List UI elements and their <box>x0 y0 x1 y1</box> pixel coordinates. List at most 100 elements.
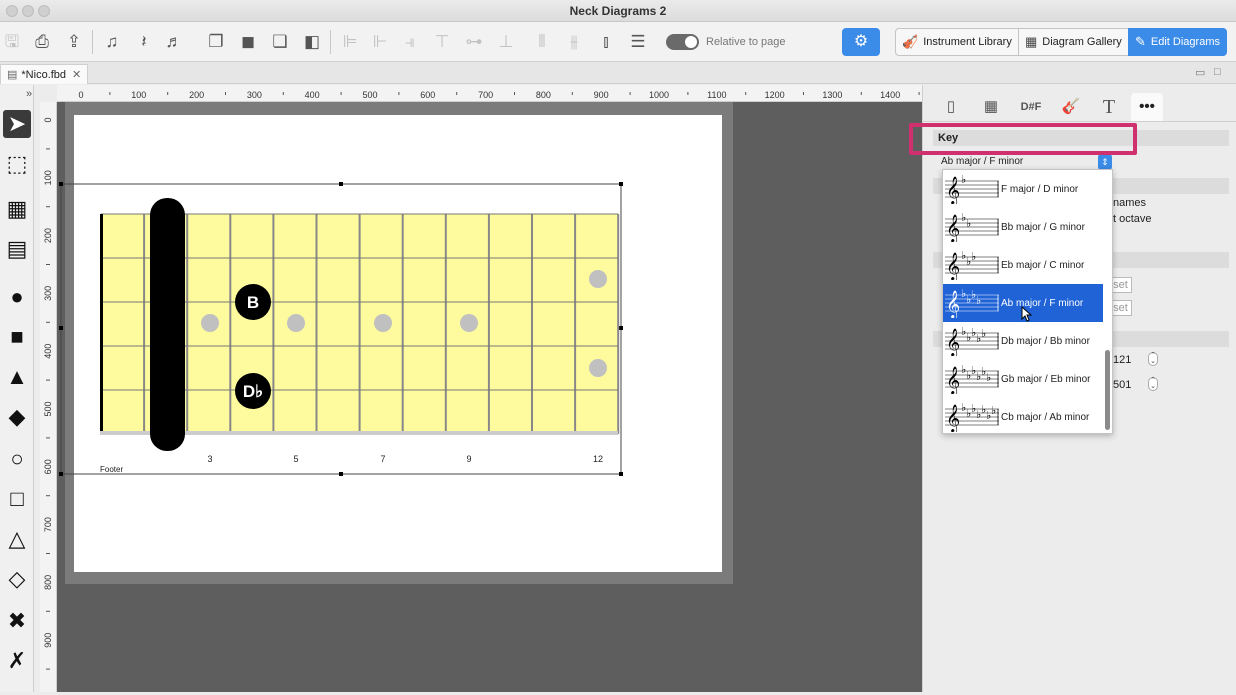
filled-square-icon[interactable]: ■ <box>3 323 31 351</box>
neck-diagram-tool-icon[interactable]: ▦ <box>3 195 31 223</box>
ruler-label: 700 <box>478 90 493 100</box>
key-option[interactable]: 𝄞 ♭ ♭ ♭ ♭ ♭ ♭ ♭ Cb major / Ab minor <box>943 398 1103 433</box>
selection-handle[interactable] <box>339 182 343 186</box>
key-option[interactable]: 𝄞 ♭ F major / D minor <box>943 170 1103 208</box>
key-option-label: Gb major / Eb minor <box>1001 373 1091 385</box>
number-field[interactable]: 121 <box>1113 354 1131 366</box>
relative-to-page-toggle[interactable] <box>666 34 699 50</box>
align-center-icon[interactable]: ⊩ <box>368 30 392 54</box>
notes-menu-icon[interactable]: ♬ <box>162 30 186 54</box>
relative-to-page-label: Relative to page <box>706 36 786 48</box>
neck-diagram[interactable]: B D♭ 3 5 7 9 12 Footer <box>57 102 922 692</box>
save-icon[interactable]: 🖫 <box>0 30 24 54</box>
grid-diagram-tool-icon[interactable]: ▤ <box>3 235 31 263</box>
instrument-library-button[interactable]: 🎻 Instrument Library <box>895 28 1019 56</box>
open-circle-icon[interactable]: ○ <box>3 445 31 473</box>
main-toolbar: 🖫 ⎙ ⇪ ♫ 𝄽 ♬ ❐ ◼ ❏ ◧ ⊫ ⊩ ⫣ ⊤ ⊶ ⊥ ⫴ ⫵ ⫾ ☰ … <box>0 22 1236 62</box>
chevron-down-icon[interactable]: ⇕ <box>1098 154 1112 170</box>
toolbar-separator <box>330 30 331 54</box>
key-dropdown-list[interactable]: 𝄞 ♭ F major / D minor 𝄞 ♭ ♭ Bb major / G minor… <box>942 169 1113 434</box>
key-option[interactable]: 𝄞 ♭ ♭ ♭ Eb major / C minor <box>943 246 1103 284</box>
key-option-label: Eb major / C minor <box>1001 259 1085 271</box>
canvas-area[interactable]: B D♭ 3 5 7 9 12 Footer <box>57 102 922 692</box>
note-label: D♭ <box>243 382 263 401</box>
document-tab[interactable]: ▤ *Nico.fbd ✕ <box>0 64 89 84</box>
ruler-label: 600 <box>420 90 435 100</box>
filled-diamond-icon[interactable]: ◆ <box>3 403 31 431</box>
open-diamond-icon[interactable]: ◇ <box>3 565 31 593</box>
guitar-icon[interactable]: 🎸 <box>1055 93 1087 121</box>
svg-text:♭: ♭ <box>986 371 991 384</box>
close-tab-icon[interactable]: ✕ <box>72 68 81 81</box>
selection-handle[interactable] <box>59 326 63 330</box>
send-to-back-icon[interactable]: ◧ <box>300 30 324 54</box>
diagram-gallery-button[interactable]: ▦ Diagram Gallery <box>1018 28 1129 56</box>
properties-button[interactable]: ⚙ <box>842 28 880 56</box>
align-right-icon[interactable]: ⫣ <box>398 30 422 54</box>
align-left-icon[interactable]: ⊫ <box>338 30 362 54</box>
minimize-view-icon[interactable]: ▭ <box>1195 66 1205 79</box>
text-icon[interactable]: T <box>1093 93 1125 121</box>
dropdown-scrollbar[interactable] <box>1105 350 1110 430</box>
key-option[interactable]: 𝄞 ♭ ♭ Bb major / G minor <box>943 208 1103 246</box>
center-vertical-icon[interactable]: ☰ <box>626 30 650 54</box>
open-square-icon[interactable]: □ <box>3 485 31 513</box>
key-signature-staff-icon: 𝄞 ♭ ♭ ♭ ♭ ♭ ♭ <box>945 364 999 394</box>
ruler-label: 200 <box>43 228 53 243</box>
music-note-icon[interactable]: ♫ <box>100 30 124 54</box>
align-top-icon[interactable]: ⊤ <box>430 30 454 54</box>
key-option[interactable]: 𝄞 ♭ ♭ ♭ ♭ ♭ ♭ Gb major / Eb minor <box>943 360 1103 398</box>
edit-diagrams-button[interactable]: ✎ Edit Diagrams <box>1128 28 1227 56</box>
print-icon[interactable]: ⎙ <box>30 30 54 54</box>
stepper[interactable]: ⌃ ⌄ <box>1148 352 1158 366</box>
svg-text:♭: ♭ <box>961 174 966 186</box>
bring-forward-icon[interactable]: ❐ <box>204 30 228 54</box>
svg-text:𝄞: 𝄞 <box>946 404 960 432</box>
selection-handle[interactable] <box>339 472 343 476</box>
checkbox-label-partial: names <box>1113 197 1147 209</box>
filled-circle-icon[interactable]: ● <box>3 283 31 311</box>
expand-palette-icon[interactable]: » <box>26 88 32 100</box>
stepper[interactable]: ⌃ ⌄ <box>1148 377 1158 391</box>
center-horizontal-icon[interactable]: ⫾ <box>594 30 618 54</box>
selection-handle[interactable] <box>59 182 63 186</box>
distribute-horizontal-icon[interactable]: ⫴ <box>530 30 554 54</box>
selection-handle[interactable] <box>619 182 623 186</box>
grid-icon[interactable]: ▦ <box>975 93 1007 121</box>
filled-triangle-icon[interactable]: ▲ <box>3 363 31 391</box>
selection-handle[interactable] <box>619 326 623 330</box>
ruler-label: 300 <box>43 286 53 301</box>
string-icon[interactable]: ▯ <box>935 93 967 121</box>
select-arrow-icon[interactable]: ➤ <box>3 110 31 138</box>
share-icon[interactable]: ⇪ <box>62 30 86 54</box>
selection-handle[interactable] <box>619 472 623 476</box>
more-tab[interactable]: ••• <box>1131 93 1163 121</box>
number-field[interactable]: 501 <box>1113 379 1131 391</box>
key-option[interactable]: 𝄞 ♭ ♭ ♭ ♭ ♭ Db major / Bb minor <box>943 322 1103 360</box>
ruler-label: 200 <box>189 90 204 100</box>
rest-icon[interactable]: 𝄽 <box>132 30 156 54</box>
align-bottom-icon[interactable]: ⊥ <box>494 30 518 54</box>
selection-handle[interactable] <box>59 472 63 476</box>
key-option-label: Cb major / Ab minor <box>1001 411 1090 423</box>
distribute-vertical-icon[interactable]: ⫵ <box>562 30 586 54</box>
maximize-view-icon[interactable]: □ <box>1214 66 1221 78</box>
key-option-label: Bb major / G minor <box>1001 221 1085 233</box>
marquee-select-icon[interactable]: ⬚ <box>3 150 31 178</box>
send-backward-icon[interactable]: ❏ <box>268 30 292 54</box>
ruler-label: 400 <box>43 344 53 359</box>
ruler-label: 800 <box>536 90 551 100</box>
note-names-tab[interactable]: D#F <box>1015 93 1047 121</box>
outline-x-icon[interactable]: ✗ <box>3 647 31 675</box>
align-middle-icon[interactable]: ⊶ <box>462 30 486 54</box>
x-mark-icon[interactable]: ✖ <box>3 607 31 635</box>
diagram-footer[interactable]: Footer <box>100 465 123 474</box>
document-tab-label: *Nico.fbd <box>21 68 67 81</box>
key-select[interactable]: Ab major / F minor ⇕ <box>938 154 1112 170</box>
svg-text:𝄞: 𝄞 <box>946 214 960 242</box>
barre-marker[interactable] <box>150 198 185 451</box>
bring-to-front-icon[interactable]: ◼ <box>236 30 260 54</box>
vertical-ruler-svg: 0 100 200 300 400 500 600 700 800 900 <box>43 117 53 670</box>
horizontal-ruler: 0 100 200 300 400 500 600 700 800 900 1000 1100 1200… <box>57 85 922 102</box>
open-triangle-icon[interactable]: △ <box>3 525 31 553</box>
